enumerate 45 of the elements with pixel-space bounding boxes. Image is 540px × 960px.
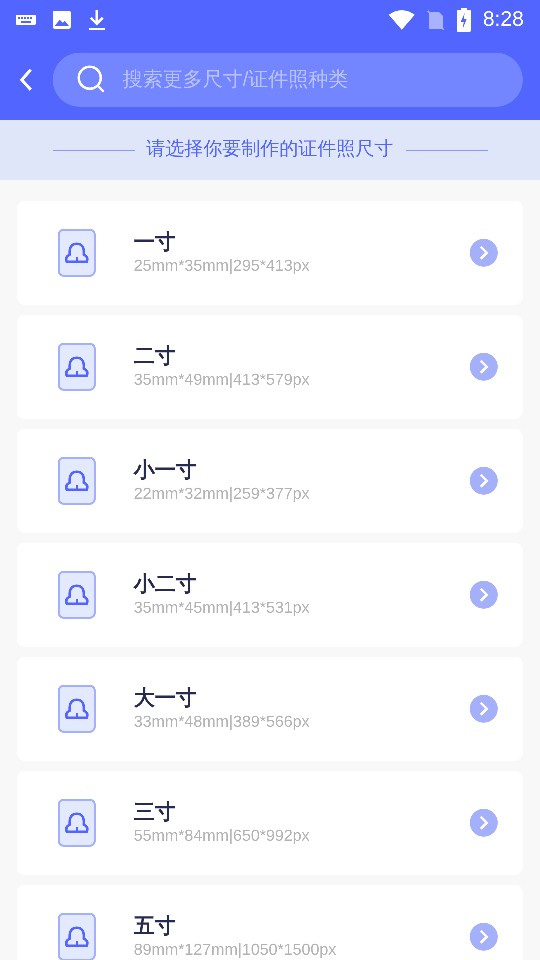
size-dimensions: 22mm*32mm|259*377px <box>134 485 311 505</box>
size-name: 三寸 <box>134 800 177 826</box>
keyboard-icon <box>16 14 36 26</box>
battery-icon <box>457 8 472 32</box>
id-photo-icon <box>58 229 96 277</box>
chevron-right-icon <box>470 923 498 951</box>
chevron-right-icon <box>470 467 498 495</box>
no-sim-icon <box>427 9 446 31</box>
search-field[interactable]: 搜索更多尺寸/证件照种类 <box>53 53 523 107</box>
chevron-right-icon <box>470 239 498 267</box>
size-name: 一寸 <box>134 230 177 256</box>
section-heading: 请选择你要制作的证件照尺寸 <box>146 138 394 162</box>
search-icon <box>77 65 107 95</box>
size-card[interactable]: 大一寸 33mm*48mm|389*566px <box>17 657 523 761</box>
size-name: 五寸 <box>134 914 177 940</box>
size-dimensions: 89mm*127mm|1050*1500px <box>134 941 338 960</box>
size-card[interactable]: 三寸 55mm*84mm|650*992px <box>17 771 523 875</box>
size-card[interactable]: 小一寸 22mm*32mm|259*377px <box>17 429 523 533</box>
size-name: 二寸 <box>134 344 177 370</box>
id-photo-icon <box>58 457 96 505</box>
chevron-right-icon <box>470 353 498 381</box>
size-card[interactable]: 二寸 35mm*49mm|413*579px <box>17 315 523 419</box>
chevron-right-icon <box>470 581 498 609</box>
id-photo-icon <box>58 343 96 391</box>
size-dimensions: 35mm*45mm|413*531px <box>134 599 311 619</box>
size-name: 小一寸 <box>134 458 198 484</box>
size-dimensions: 25mm*35mm|295*413px <box>134 257 311 277</box>
size-card[interactable]: 小二寸 35mm*45mm|413*531px <box>17 543 523 647</box>
id-photo-icon <box>58 685 96 733</box>
size-dimensions: 35mm*49mm|413*579px <box>134 371 311 391</box>
size-card[interactable]: 五寸 89mm*127mm|1050*1500px <box>17 885 523 960</box>
id-photo-icon <box>58 799 96 847</box>
size-card[interactable]: 一寸 25mm*35mm|295*413px <box>17 201 523 305</box>
size-dimensions: 33mm*48mm|389*566px <box>134 713 311 733</box>
size-name: 小二寸 <box>134 572 198 598</box>
image-icon <box>52 10 72 30</box>
wifi-icon <box>389 10 416 30</box>
id-photo-icon <box>58 913 96 960</box>
chevron-right-icon <box>470 809 498 837</box>
download-icon <box>88 9 106 31</box>
size-dimensions: 55mm*84mm|650*992px <box>134 827 311 847</box>
chevron-right-icon <box>470 695 498 723</box>
size-name: 大一寸 <box>134 686 198 712</box>
id-photo-icon <box>58 571 96 619</box>
clock-time: 8:28 <box>483 7 524 34</box>
